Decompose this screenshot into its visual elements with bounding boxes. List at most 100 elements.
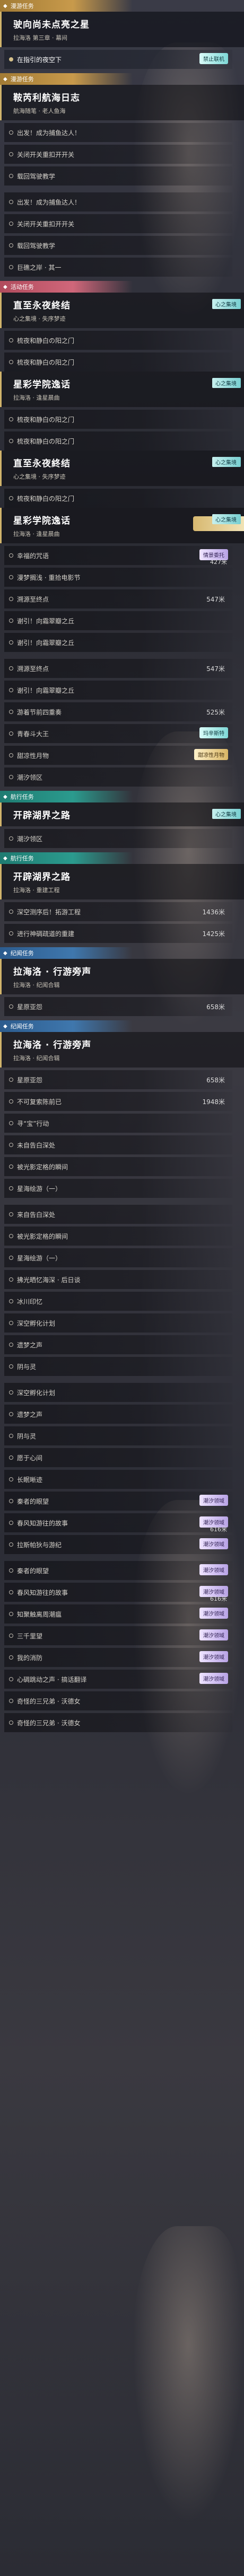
quest-step[interactable]: 知聚触离周潮瘟 潮汐领域 [4,1604,232,1624]
quest-step[interactable]: 巨礁之岸 · 其一 [4,258,232,277]
quest-step[interactable]: 谢引！向霜翠瓣之丘 [4,633,232,652]
quest-step[interactable]: 遗梦之声 [4,1335,232,1354]
quest-step[interactable]: 被光影定格的瞬间 [4,1157,232,1176]
quest-step[interactable]: 关闭开关重扣开开关 [4,214,232,233]
quest-step[interactable]: 在指引的夜空下 禁止联机 [4,50,232,69]
step-marker-icon [9,1499,13,1503]
quest-step[interactable]: 星海绘游（一） [4,1248,232,1267]
quest-step[interactable]: 冰川印忆 [4,1292,232,1311]
step-label: 潮汐领区 [17,773,43,781]
quest-step[interactable]: 阴与灵 [4,1426,232,1445]
step-label: 青春斗大王 [17,730,49,738]
quest-step[interactable]: 心碉跳动之声 · 搞话翻译 潮汐领域 [4,1670,232,1689]
quest-card[interactable]: 直至永夜終结 心之集境 · 失序梦迹 心之集境 [0,451,244,486]
quest-step[interactable]: 星海绘游（一） [4,1179,232,1198]
quest-step[interactable]: 我的消防 潮汐领域 [4,1648,232,1667]
step-label: 遗梦之声 [17,1410,43,1418]
quest-step[interactable]: 奇怪的三兄弟 · 沃德女 [4,1691,232,1710]
quest-type-icon: ◆ [3,793,7,800]
quest-step[interactable]: 梳夜和静白の阳之门 [4,431,232,451]
quest-card[interactable]: 驶向尚未点亮之星 拉海洛 第三章 · 幕间 [0,12,244,47]
section-header: ◆ 漫游任务 [0,0,244,12]
section-title: 活动任务 [10,284,34,290]
quest-step[interactable]: 奇怪的三兄弟 · 沃德女 [4,1713,232,1732]
quest-step[interactable]: 春风知游往的故事 潮汐领域 616米 [4,1513,232,1533]
background-figure [133,2226,244,2523]
quest-step[interactable]: 星原亚怨 658米 [4,1070,232,1089]
quest-step[interactable]: 被光影定格的瞬间 [4,1227,232,1246]
quest-step[interactable]: 深空孵化计划 [4,1313,232,1333]
quest-step[interactable]: 甜凉性月物 甜凉性月物 [4,746,232,765]
step-marker-icon [9,1343,13,1347]
quest-card[interactable]: 星彩学院逸话 拉海洛 · 逢星晨曲 心之集境 [0,372,244,407]
step-label: 关闭开关重扣开开关 [17,151,75,158]
quest-step[interactable]: 出发！成为捕鱼达人！ [4,123,232,142]
step-label: 在指引的夜空下 [17,56,62,64]
quest-step[interactable]: 三千里望 潮汐领域 [4,1626,232,1645]
quest-step[interactable]: 梳夜和静白の阳之门 [4,410,232,429]
quest-step[interactable]: 漫梦搁浅 · 重拾电影节 [4,568,232,587]
quest-badge: 心之集境 [212,457,241,467]
quest-card[interactable]: 鞍芮利航海日志 航海随笔 · 老人鱼海 [0,85,244,120]
quest-step[interactable]: 进行神碉疏道的重建 1425米 [4,924,232,943]
quest-step[interactable]: 幸福的咒语 情景委托 427米 [4,546,232,566]
step-marker-icon [9,836,13,841]
quest-step[interactable]: 春风知游往的故事 潮汐领域 616米 [4,1583,232,1602]
quest-step[interactable]: 秦者的眼望 潮汐领域 [4,1561,232,1580]
quest-step[interactable]: 拂光晒忆海深 · 后日谈 [4,1270,232,1289]
quest-step[interactable]: 星原亚怨 658米 [4,997,232,1016]
quest-step[interactable]: 谢引！向霜翠瓣之丘 [4,681,232,700]
quest-title: 开辟湖界之路 [13,810,71,821]
quest-step[interactable]: 梳夜和静白の阳之门 [4,489,232,508]
quest-step[interactable]: 潮汐领区 [4,767,232,787]
step-label: 深空测序后！拓游工程 [17,908,81,916]
quest-card[interactable]: 拉海洛 · 行游旁声 拉海洛 · 纪闻合辑 [0,1032,244,1068]
section-header: ◆ 航行任务 [0,791,244,802]
quest-step[interactable]: 溯源至终点 547米 [4,589,232,608]
quest-step[interactable]: 谢引！向霜翠瓣之丘 [4,611,232,630]
step-marker-icon [9,1277,13,1282]
quest-step[interactable]: 出发！成为捕鱼达人！ [4,192,232,211]
quest-step[interactable]: 阴与灵 [4,1357,232,1376]
quest-step[interactable]: 载回驾驶教学 [4,166,232,186]
quest-step[interactable]: 梳夜和静白の阳之门 [4,331,232,350]
quest-step[interactable]: 梳夜和静白の阳之门 [4,352,232,372]
quest-step[interactable]: 载回驾驶教学 [4,236,232,255]
quest-subtitle: 拉海洛 · 逢星晨曲 [13,394,60,401]
quest-step[interactable]: 溯源至终点 547米 [4,659,232,678]
quest-step[interactable]: 寻“宝”行动 [4,1114,232,1133]
section-title: 漫游任务 [10,3,34,10]
quest-list: ◆ 漫游任务 驶向尚未点亮之星 拉海洛 第三章 · 幕间 在指引的夜空下 禁止联机 ◆ 漫游任… [0,0,244,1732]
quest-card[interactable]: 星彩学院逸话 拉海洛 · 逢星晨曲 心之集境 [0,508,244,543]
step-marker-icon [9,1256,13,1260]
step-marker-icon [9,338,13,342]
quest-step[interactable]: 不可复索陈前已 1948米 [4,1092,232,1111]
step-marker-icon [9,640,13,645]
step-label: 出发！成为捕鱼达人！ [17,129,81,137]
quest-step[interactable]: 拉斯帕狄与游纪 潮汐领域 [4,1535,232,1554]
quest-step[interactable]: 潮汐领区 [4,829,232,848]
quest-card[interactable]: 直至永夜終结 心之集境 · 失序梦迹 心之集境 [0,293,244,328]
quest-step[interactable]: 深空孵化计划 [4,1383,232,1402]
quest-step[interactable]: 游着节前四重奏 525米 [4,702,232,721]
step-label: 游着节前四重奏 [17,708,62,716]
quest-step[interactable]: 青春斗大王 玛辛斯特 [4,724,232,743]
quest-step[interactable]: 来自告白深处 [4,1205,232,1224]
quest-card[interactable]: 开辟湖界之路 心之集境 [0,802,244,826]
quest-card[interactable]: 开辟湖界之路 拉海洛 · 重建工程 [0,864,244,899]
quest-step[interactable]: 关闭开关重扣开开关 [4,145,232,164]
quest-step[interactable]: 深空测序后！拓游工程 1436米 [4,902,232,921]
step-marker-icon [9,666,13,671]
step-label: 来自告白深处 [17,1211,56,1219]
step-label: 梳夜和静白の阳之门 [17,358,75,366]
quest-step[interactable]: 秦者的眼望 潮汐领域 [4,1492,232,1511]
quest-step[interactable]: 长眠晰迹 [4,1470,232,1489]
quest-step[interactable]: 遗梦之声 [4,1405,232,1424]
quest-step[interactable]: 未自告白深处 [4,1135,232,1154]
step-marker-icon [9,688,13,692]
quest-step[interactable]: 愿于心间 [4,1448,232,1467]
step-marker-icon [9,439,13,443]
quest-card[interactable]: 拉海洛 · 行游旁声 拉海洛 · 纪闻合辑 [0,959,244,994]
